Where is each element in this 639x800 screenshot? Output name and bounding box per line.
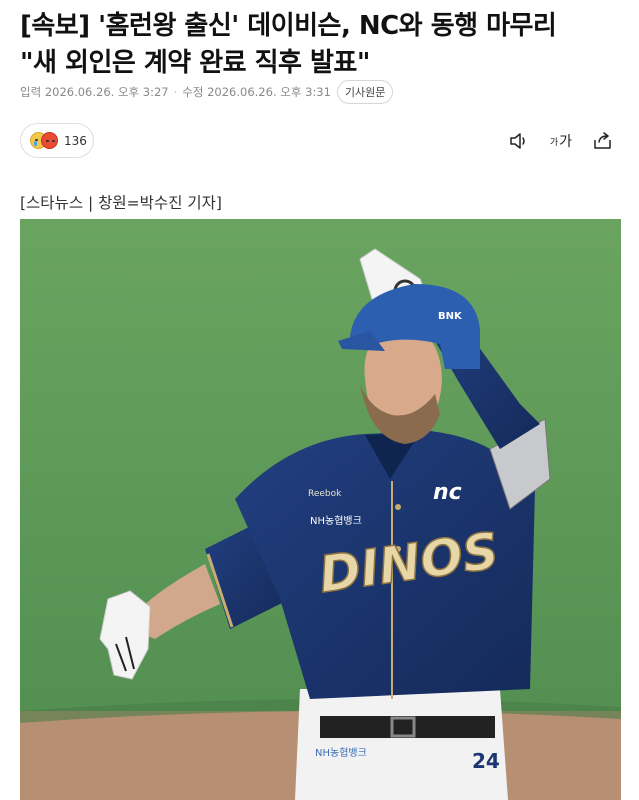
headline-line-1: [속보] '홈런왕 출신' 데이비슨, NC와 동행 마무리 xyxy=(20,11,557,41)
original-article-button[interactable]: 기사원문 xyxy=(336,80,394,104)
article-byline: [스타뉴스 | 창원=박수진 기자] xyxy=(20,194,222,212)
font-size-button[interactable]: 가가 xyxy=(550,130,572,152)
article-headline: [속보] '홈런왕 출신' 데이비슨, NC와 동행 마무리 "새 외인은 계약… xyxy=(20,8,620,82)
reaction-button[interactable]: 136 xyxy=(20,123,94,158)
baseball-player-illustration: NH농협뱅크 24 Reebok NH농협뱅크 nc DINOS BNK xyxy=(20,219,621,800)
modified-date: 수정 2026.06.26. 오후 3:31 xyxy=(182,85,331,99)
meta-separator: · xyxy=(173,85,178,99)
team-logo: nc xyxy=(433,480,462,505)
article-meta: 입력 2026.06.26. 오후 3:27 · 수정 2026.06.26. … xyxy=(20,80,394,104)
jersey-sponsor-text: NH농협뱅크 xyxy=(310,514,362,527)
helmet-text: BNK xyxy=(438,311,463,322)
article-toolbar: 가가 xyxy=(488,130,613,152)
font-size-large-glyph: 가 xyxy=(559,134,572,150)
reebok-logo: Reebok xyxy=(308,489,342,499)
uniform-pants xyxy=(295,689,508,800)
headline-line-2: "새 외인은 계약 완료 직후 발표" xyxy=(20,48,370,78)
published-date: 입력 2026.06.26. 오후 3:27 xyxy=(20,85,169,99)
font-size-small-glyph: 가 xyxy=(549,137,559,148)
article-photo: NH농협뱅크 24 Reebok NH농협뱅크 nc DINOS BNK xyxy=(20,219,621,800)
share-icon[interactable] xyxy=(593,130,613,152)
angry-face-icon xyxy=(41,132,58,149)
player-number: 24 xyxy=(472,749,500,773)
pants-sponsor-text: NH농협뱅크 xyxy=(315,746,367,759)
speaker-icon[interactable] xyxy=(509,130,529,152)
reaction-count: 136 xyxy=(64,133,87,148)
